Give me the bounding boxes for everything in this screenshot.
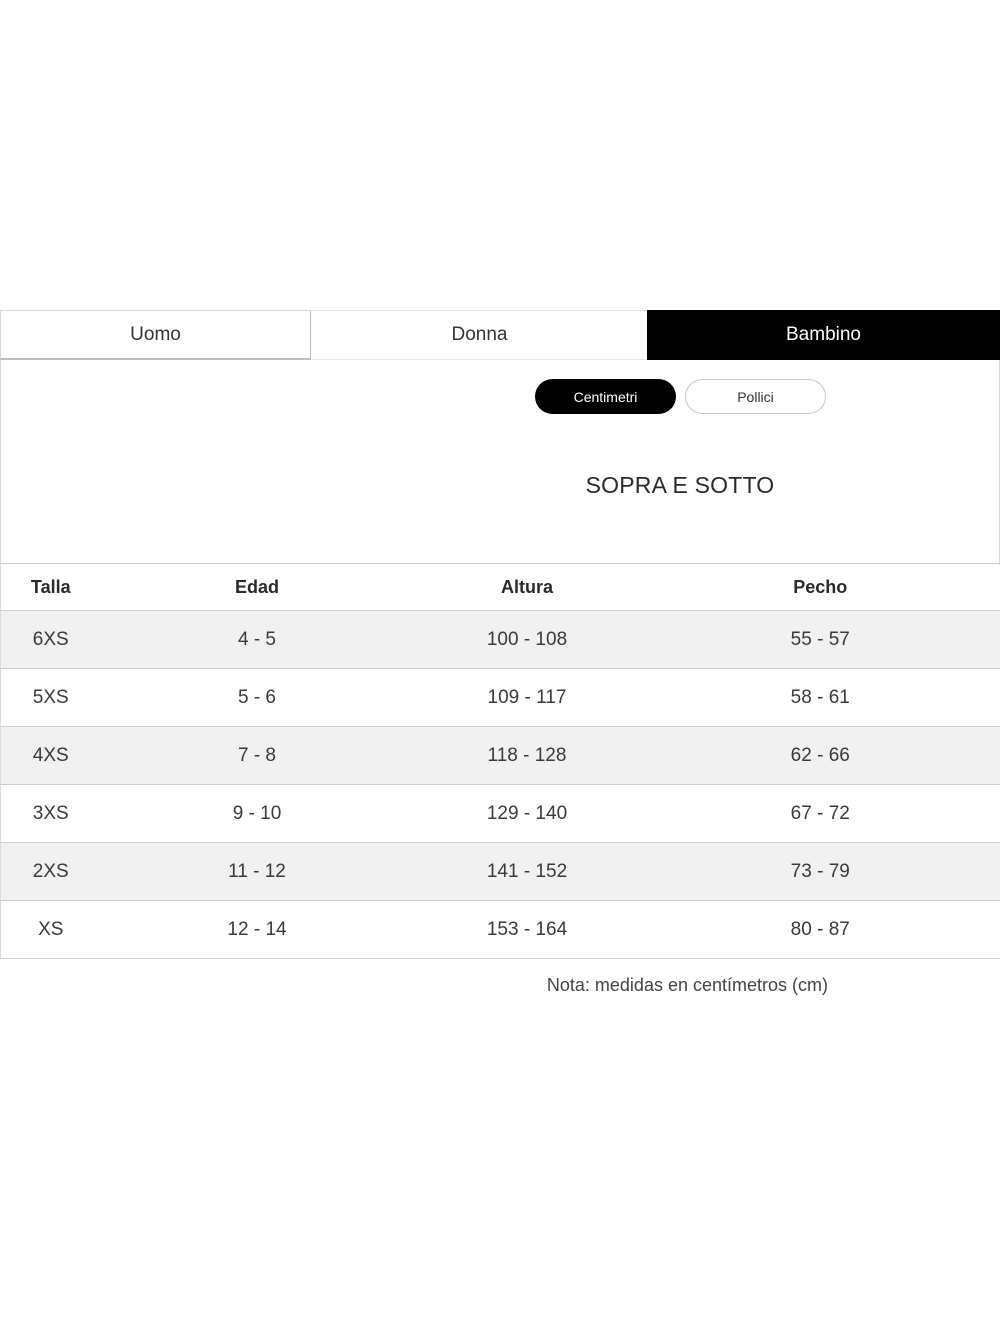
cell-talla: 4XS xyxy=(32,744,69,766)
cell-pecho: 80 - 87 xyxy=(790,918,850,940)
table-row: 6XS 4 - 5 100 - 108 55 - 57 xyxy=(0,610,1000,669)
cell-edad: 5 - 6 xyxy=(237,686,277,708)
inches-toggle-button[interactable]: Pollici xyxy=(685,379,826,414)
tab-bambino[interactable]: Bambino xyxy=(647,310,1000,360)
cell-talla: 5XS xyxy=(32,686,69,708)
gender-tabs: Uomo Donna Bambino xyxy=(0,310,1000,360)
cell-edad: 7 - 8 xyxy=(237,744,277,766)
cell-talla: 6XS xyxy=(32,628,69,650)
tab-uomo[interactable]: Uomo xyxy=(0,310,311,360)
centimeters-toggle-button[interactable]: Centimetri xyxy=(535,379,676,414)
table-row: 2XS 11 - 12 141 - 152 73 - 79 xyxy=(0,842,1000,901)
cell-altura: 141 - 152 xyxy=(486,860,568,882)
tab-donna[interactable]: Donna xyxy=(311,310,648,360)
cell-edad: 9 - 10 xyxy=(232,802,282,824)
cell-pecho: 67 - 72 xyxy=(790,802,850,824)
header-altura: Altura xyxy=(500,576,553,597)
cell-altura: 118 - 128 xyxy=(487,744,567,766)
cell-edad: 4 - 5 xyxy=(237,628,277,650)
cell-altura: 109 - 117 xyxy=(487,686,567,708)
table-header-row: Talla Edad Altura Pecho xyxy=(0,563,1000,611)
cell-altura: 153 - 164 xyxy=(486,918,568,940)
cell-pecho: 55 - 57 xyxy=(790,628,850,650)
table-row: 3XS 9 - 10 129 - 140 67 - 72 xyxy=(0,784,1000,843)
size-guide-panel: Centimetri Pollici SOPRA E SOTTO xyxy=(0,360,1000,565)
cell-altura: 129 - 140 xyxy=(486,802,568,824)
cell-talla: 3XS xyxy=(32,802,69,824)
cell-pecho: 73 - 79 xyxy=(790,860,850,882)
measurement-note: Nota: medidas en centímetros (cm) xyxy=(546,975,828,995)
table-row: 5XS 5 - 6 109 - 117 58 - 61 xyxy=(0,668,1000,727)
header-pecho: Pecho xyxy=(793,576,848,597)
cell-talla: XS xyxy=(38,918,64,940)
size-table: Talla Edad Altura Pecho 6XS 4 - 5 100 - … xyxy=(0,563,1000,959)
cell-talla: 2XS xyxy=(32,860,69,882)
table-row: 4XS 7 - 8 118 - 128 62 - 66 xyxy=(0,726,1000,785)
table-row: XS 12 - 14 153 - 164 80 - 87 xyxy=(0,900,1000,959)
section-title: SOPRA E SOTTO xyxy=(585,472,775,498)
cell-edad: 12 - 14 xyxy=(227,918,287,940)
cell-edad: 11 - 12 xyxy=(228,860,286,882)
cell-pecho: 62 - 66 xyxy=(790,744,850,766)
header-edad: Edad xyxy=(234,576,279,597)
cell-pecho: 58 - 61 xyxy=(790,686,850,708)
header-talla: Talla xyxy=(30,576,71,597)
cell-altura: 100 - 108 xyxy=(486,628,568,650)
